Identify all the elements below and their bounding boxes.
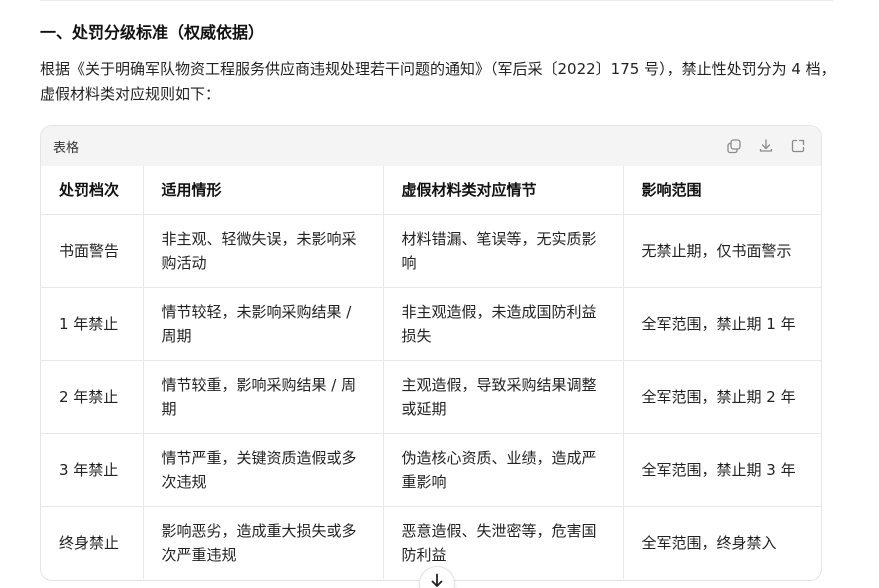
table-cell: 全军范围，终身禁入 <box>641 533 777 552</box>
copy-icon[interactable] <box>725 137 743 155</box>
column-header-scope: 影响范围 <box>623 166 821 215</box>
section-heading: 一、处罚分级标准（权威依据） <box>40 23 265 42</box>
column-header-penalty-level: 处罚档次 <box>41 166 144 215</box>
table-cell: 全军范围，禁止期 2 年 <box>623 360 821 434</box>
table-cell: 无禁止期，仅书面警示 <box>623 214 821 288</box>
table-cell: 恶意造假、失泄密等，危害国防利益 <box>383 506 624 579</box>
table-row: 1 年禁止 情节较轻，未影响采购结果 / 周期 非主观造假，未造成国防利益损失 … <box>41 287 821 361</box>
table-card-actions <box>725 137 809 155</box>
table-row: 2 年禁止 情节较重，影响采购结果 / 周期 主观造假，导致采购结果调整或延期 … <box>41 360 821 434</box>
table-cell: 非主观造假，未造成国防利益损失 <box>383 287 624 361</box>
table-cell: 主观造假，导致采购结果调整或延期 <box>383 360 624 434</box>
expand-icon[interactable] <box>789 137 807 155</box>
table-cell: 影响恶劣，造成重大损失或多次严重违规 <box>143 506 384 579</box>
table-cell: 非主观、轻微失误，未影响采购活动 <box>143 214 384 288</box>
table-cell: 终身禁止 <box>41 506 144 579</box>
table-cell: 全军范围，禁止期 3 年 <box>623 433 821 507</box>
table-cell: 2 年禁止 <box>41 360 144 434</box>
download-icon[interactable] <box>757 137 775 155</box>
table-cell: 情节较重，影响采购结果 / 周期 <box>143 360 384 434</box>
table-cell: 情节较轻，未影响采购结果 / 周期 <box>143 287 384 361</box>
table-card: 表格 处罚档次 适用情形 虚假材料类对应情节 影响范围 书面警告 非主观、轻微失… <box>40 125 822 581</box>
chat-response-page: 一、处罚分级标准（权威依据） 根据《关于明确军队物资工程服务供应商违规处理若干问… <box>0 0 879 588</box>
table-header-row: 处罚档次 适用情形 虚假材料类对应情节 影响范围 <box>41 166 821 215</box>
intro-paragraph: 根据《关于明确军队物资工程服务供应商违规处理若干问题的通知》（军后采〔2022〕… <box>40 60 836 103</box>
table-row: 书面警告 非主观、轻微失误，未影响采购活动 材料错漏、笔误等，无实质影响 无禁止… <box>41 214 821 288</box>
table-cell: 3 年禁止 <box>41 433 144 507</box>
arrow-down-icon <box>430 573 444 588</box>
table-cell: 情节严重，关键资质造假或多次违规 <box>143 433 384 507</box>
table-card-title: 表格 <box>53 140 80 156</box>
column-header-false-material-circumstance: 虚假材料类对应情节 <box>383 166 624 215</box>
penalty-table: 处罚档次 适用情形 虚假材料类对应情节 影响范围 书面警告 非主观、轻微失误，未… <box>41 166 821 579</box>
table-cell: 1 年禁止 <box>41 287 144 361</box>
divider <box>40 0 833 1</box>
table-cell: 书面警告 <box>41 214 144 288</box>
column-header-applicable-case: 适用情形 <box>143 166 384 215</box>
table-cell: 全军范围，禁止期 1 年 <box>623 287 821 361</box>
table-cell: 伪造核心资质、业绩，造成严重影响 <box>383 433 624 507</box>
table-row: 3 年禁止 情节严重，关键资质造假或多次违规 伪造核心资质、业绩，造成严重影响 … <box>41 433 821 507</box>
table-cell: 材料错漏、笔误等，无实质影响 <box>383 214 624 288</box>
table-card-header: 表格 <box>41 126 821 166</box>
